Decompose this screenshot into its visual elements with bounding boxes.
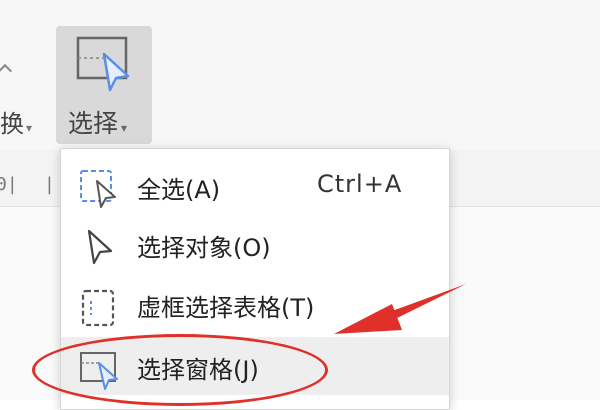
- annotation-arrow-icon: [334, 284, 466, 334]
